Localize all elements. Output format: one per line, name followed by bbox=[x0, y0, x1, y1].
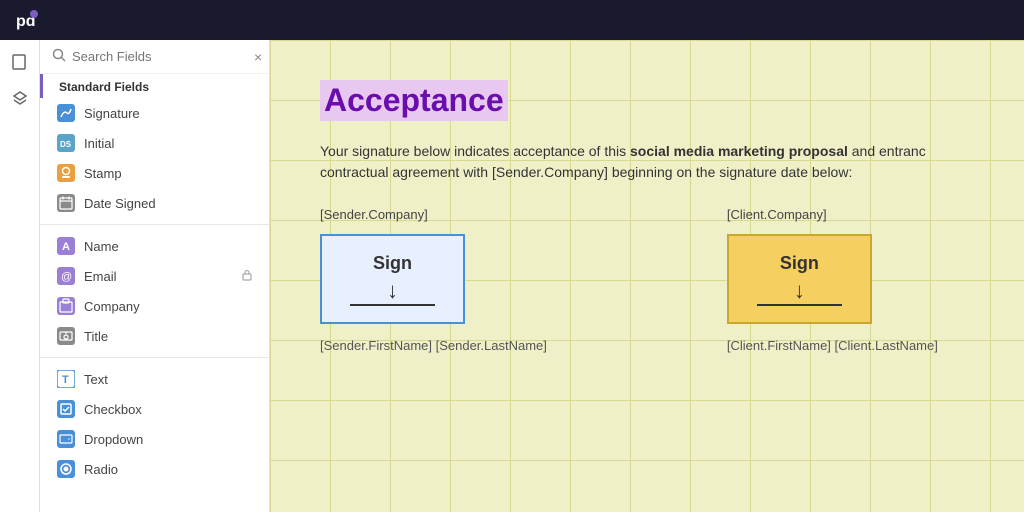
document-area: Acceptance Your signature below indicate… bbox=[270, 40, 1024, 512]
sender-sign-box[interactable]: Sign ↓ bbox=[320, 234, 465, 324]
title-icon bbox=[56, 326, 76, 346]
initial-icon: DS bbox=[56, 133, 76, 153]
search-icon bbox=[52, 48, 66, 65]
sender-company-label: [Sender.Company] bbox=[320, 207, 547, 222]
search-input[interactable] bbox=[72, 49, 248, 64]
layers-button[interactable] bbox=[6, 84, 34, 112]
sidebar-item-title[interactable]: Title bbox=[40, 321, 269, 351]
radio-label: Radio bbox=[84, 462, 118, 477]
sidebar-item-company[interactable]: Company bbox=[40, 291, 269, 321]
date-signed-icon bbox=[56, 193, 76, 213]
initial-label: Initial bbox=[84, 136, 114, 151]
sidebar-item-stamp[interactable]: Stamp bbox=[40, 158, 269, 188]
main-layout: × Standard Fields Signature DS bbox=[0, 40, 1024, 512]
text-label: Text bbox=[84, 372, 108, 387]
divider-1 bbox=[40, 224, 269, 225]
sidebar-search-bar: × bbox=[40, 40, 269, 74]
stamp-label: Stamp bbox=[84, 166, 122, 181]
sender-sign-text: Sign bbox=[373, 253, 412, 274]
signature-section: [Sender.Company] Sign ↓ [Sender.FirstNam… bbox=[320, 207, 974, 353]
client-sign-text: Sign bbox=[780, 253, 819, 274]
sender-name-label: [Sender.FirstName] [Sender.LastName] bbox=[320, 338, 547, 353]
doc-paragraph: Your signature below indicates acceptanc… bbox=[320, 141, 970, 183]
svg-text:T: T bbox=[62, 374, 69, 386]
name-icon: A bbox=[56, 236, 76, 256]
sender-sign-underline bbox=[350, 304, 435, 306]
client-sign-arrow-icon: ↓ bbox=[794, 280, 805, 302]
checkbox-icon bbox=[56, 399, 76, 419]
sidebar: × Standard Fields Signature DS bbox=[40, 40, 270, 512]
sidebar-item-checkbox[interactable]: Checkbox bbox=[40, 394, 269, 424]
sender-sign-arrow-icon: ↓ bbox=[387, 280, 398, 302]
svg-text:A: A bbox=[62, 241, 70, 253]
sidebar-item-radio[interactable]: Radio bbox=[40, 454, 269, 484]
standard-fields-header: Standard Fields bbox=[40, 74, 269, 98]
close-icon[interactable]: × bbox=[254, 49, 262, 65]
sidebar-item-initial[interactable]: DS Initial bbox=[40, 128, 269, 158]
sidebar-item-text[interactable]: T Text bbox=[40, 364, 269, 394]
divider-2 bbox=[40, 357, 269, 358]
signature-icon bbox=[56, 103, 76, 123]
email-label: Email bbox=[84, 269, 117, 284]
dropdown-icon bbox=[56, 429, 76, 449]
checkbox-label: Checkbox bbox=[84, 402, 142, 417]
client-name-label: [Client.FirstName] [Client.LastName] bbox=[727, 338, 938, 353]
dropdown-label: Dropdown bbox=[84, 432, 143, 447]
logo: pd bbox=[12, 6, 40, 34]
svg-text:DS: DS bbox=[60, 140, 72, 149]
sidebar-item-name[interactable]: A Name bbox=[40, 231, 269, 261]
email-icon: @ bbox=[56, 266, 76, 286]
date-signed-label: Date Signed bbox=[84, 196, 156, 211]
client-sign-box[interactable]: Sign ↓ bbox=[727, 234, 872, 324]
signature-label: Signature bbox=[84, 106, 140, 121]
radio-icon bbox=[56, 459, 76, 479]
sidebar-item-email[interactable]: @ Email bbox=[40, 261, 269, 291]
pages-button[interactable] bbox=[6, 48, 34, 76]
top-bar: pd bbox=[0, 0, 1024, 40]
client-signature-col: [Client.Company] Sign ↓ [Client.FirstNam… bbox=[727, 207, 938, 353]
title-label: Title bbox=[84, 329, 108, 344]
app-container: pd bbox=[0, 0, 1024, 512]
doc-title: Acceptance bbox=[320, 80, 508, 121]
sidebar-item-dropdown[interactable]: Dropdown bbox=[40, 424, 269, 454]
svg-text:@: @ bbox=[61, 271, 72, 283]
client-company-label: [Client.Company] bbox=[727, 207, 938, 222]
name-label: Name bbox=[84, 239, 119, 254]
text-icon: T bbox=[56, 369, 76, 389]
sidebar-item-date-signed[interactable]: Date Signed bbox=[40, 188, 269, 218]
left-toolbar bbox=[0, 40, 40, 512]
document-content: Acceptance Your signature below indicate… bbox=[270, 40, 1024, 413]
sidebar-item-signature[interactable]: Signature bbox=[40, 98, 269, 128]
stamp-icon bbox=[56, 163, 76, 183]
company-icon bbox=[56, 296, 76, 316]
company-label: Company bbox=[84, 299, 140, 314]
email-lock-icon bbox=[241, 269, 253, 284]
client-sign-underline bbox=[757, 304, 842, 306]
sender-signature-col: [Sender.Company] Sign ↓ [Sender.FirstNam… bbox=[320, 207, 547, 353]
